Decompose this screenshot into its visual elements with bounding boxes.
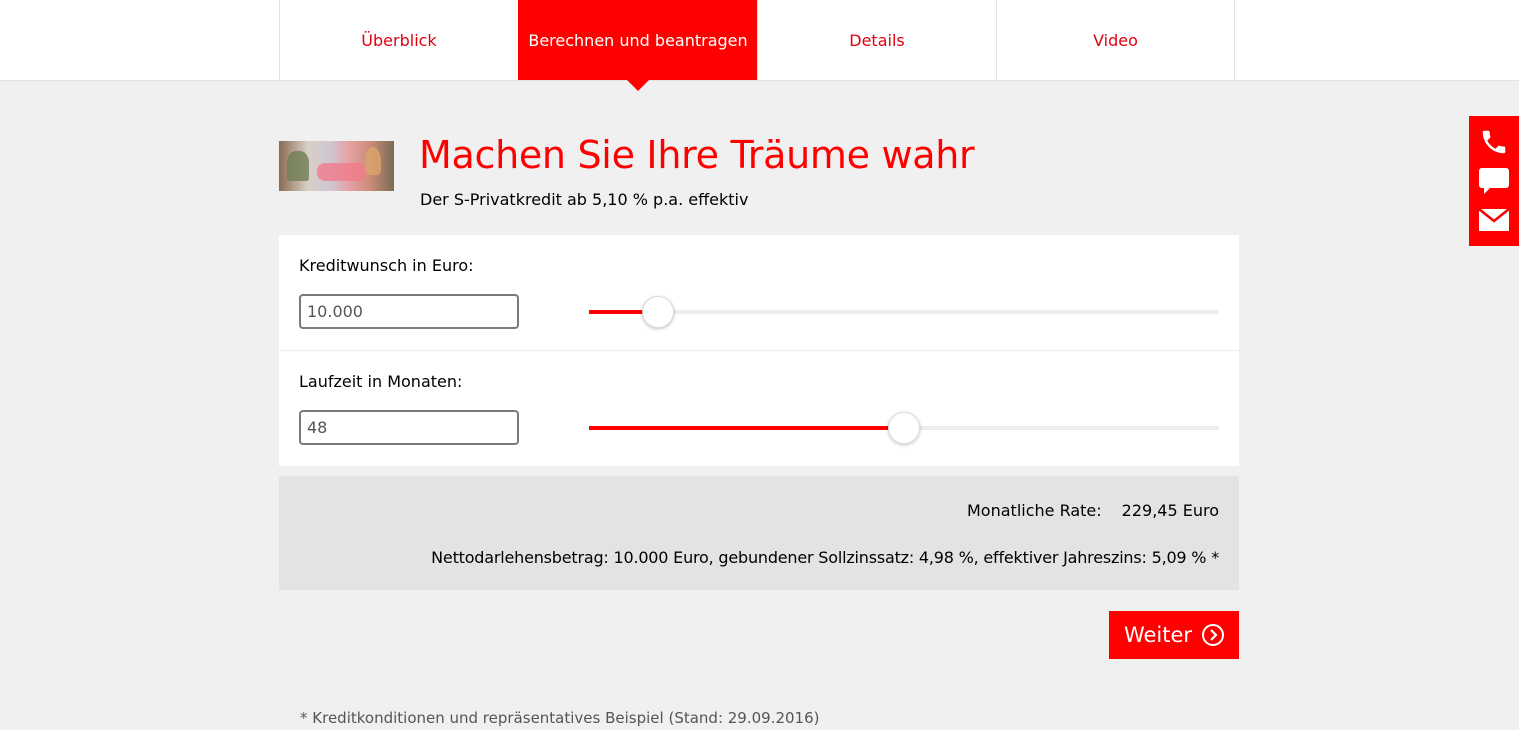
contact-sidebar bbox=[1469, 116, 1519, 246]
loan-calculator: Kreditwunsch in Euro: Laufzeit in Monate… bbox=[279, 235, 1239, 466]
top-navigation: Überblick Berechnen und beantragen Detai… bbox=[0, 0, 1519, 91]
amount-slider[interactable] bbox=[589, 296, 1219, 328]
term-slider-fill bbox=[589, 426, 904, 430]
page-title: Machen Sie Ihre Träume wahr bbox=[419, 133, 975, 177]
next-button[interactable]: Weiter bbox=[1109, 611, 1239, 659]
page-subtitle: Der S-Privatkredit ab 5,10 % p.a. effekt… bbox=[420, 190, 749, 209]
loan-details: Nettodarlehensbetrag: 10.000 Euro, gebun… bbox=[431, 548, 1219, 567]
term-label: Laufzeit in Monaten: bbox=[299, 372, 463, 391]
amount-row: Kreditwunsch in Euro: bbox=[279, 235, 1239, 351]
term-slider-handle[interactable] bbox=[888, 412, 920, 444]
tab-details[interactable]: Details bbox=[757, 0, 996, 80]
tab-berechnen-und-beantragen[interactable]: Berechnen und beantragen bbox=[518, 0, 757, 91]
tab-ueberblick[interactable]: Überblick bbox=[279, 0, 518, 80]
monthly-rate-label: Monatliche Rate: bbox=[967, 501, 1102, 520]
monthly-rate-value: 229,45 Euro bbox=[1121, 501, 1219, 520]
term-slider[interactable] bbox=[589, 412, 1219, 444]
tab-video[interactable]: Video bbox=[996, 0, 1235, 80]
hero-thumbnail-image bbox=[279, 141, 394, 191]
amount-slider-track bbox=[589, 310, 1219, 314]
next-button-label: Weiter bbox=[1123, 623, 1193, 647]
amount-label: Kreditwunsch in Euro: bbox=[299, 256, 474, 275]
tab-bar: Überblick Berechnen und beantragen Detai… bbox=[279, 0, 1239, 91]
term-row: Laufzeit in Monaten: bbox=[279, 351, 1239, 466]
chevron-right-icon bbox=[1202, 624, 1225, 646]
amount-input[interactable] bbox=[299, 294, 519, 329]
mail-icon[interactable] bbox=[1477, 205, 1511, 235]
term-input[interactable] bbox=[299, 410, 519, 445]
calculation-result: Monatliche Rate: 229,45 Euro Nettodarlehe… bbox=[279, 476, 1239, 590]
monthly-rate: Monatliche Rate: 229,45 Euro bbox=[967, 501, 1219, 520]
footnote: * Kreditkonditionen und repräsentatives … bbox=[300, 709, 820, 727]
phone-icon[interactable] bbox=[1477, 127, 1511, 157]
chat-icon[interactable] bbox=[1477, 166, 1511, 196]
amount-slider-handle[interactable] bbox=[642, 296, 675, 328]
